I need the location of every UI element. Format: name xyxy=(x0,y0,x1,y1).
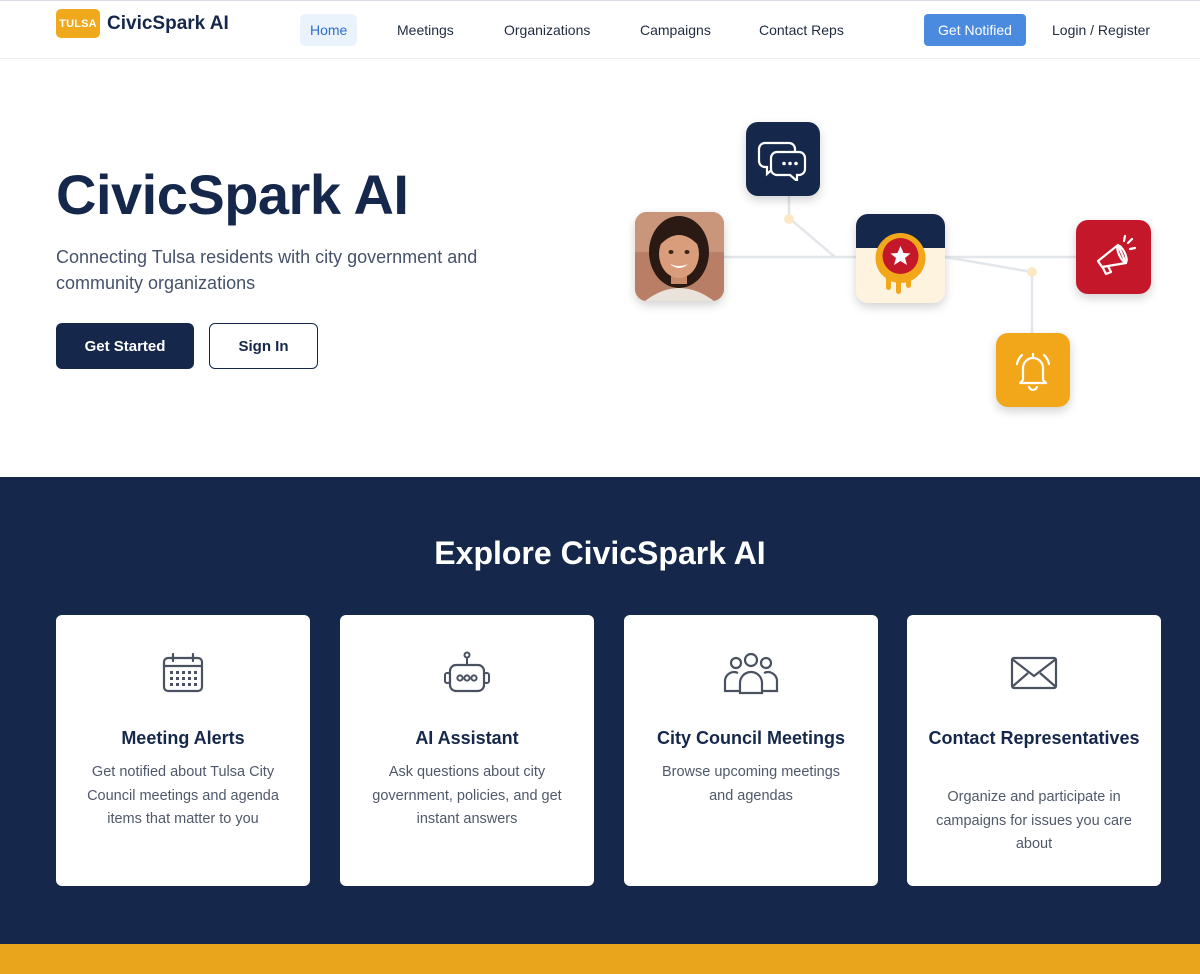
calendar-icon xyxy=(162,652,204,693)
card-description: Organize and participate in campaigns fo… xyxy=(936,789,1132,852)
card-title: City Council Meetings xyxy=(656,728,845,748)
card-title: Meeting Alerts xyxy=(121,728,245,748)
footer-accent-strip xyxy=(0,944,1200,974)
card-description: Browse upcoming meetings and agendas xyxy=(661,764,841,804)
resident-avatar-photo xyxy=(635,212,724,301)
robot-icon xyxy=(444,651,490,693)
card-title: Contact Representatives xyxy=(928,728,1140,748)
nav-home[interactable]: Home xyxy=(300,14,358,46)
login-register-link[interactable]: Login / Register xyxy=(1052,14,1150,46)
chat-bubbles-icon xyxy=(746,122,820,196)
get-started-button[interactable]: Get Started xyxy=(56,323,194,369)
brand-name[interactable]: CivicSpark AI xyxy=(107,13,229,35)
card-title: AI Assistant xyxy=(415,728,519,748)
envelope-icon xyxy=(1010,656,1058,690)
nav-contact-reps[interactable]: Contact Reps xyxy=(749,14,854,46)
nav-meetings[interactable]: Meetings xyxy=(387,14,464,46)
nav-campaigns[interactable]: Campaigns xyxy=(630,14,721,46)
card-city-council-meetings[interactable]: City Council Meetings Browse upcoming me… xyxy=(624,615,878,886)
card-ai-assistant[interactable]: AI Assistant Ask questions about city go… xyxy=(340,615,594,886)
top-navbar: TULSA CivicSpark AI Home Meetings Organi… xyxy=(0,0,1200,59)
notification-bell-icon xyxy=(996,333,1070,407)
megaphone-icon xyxy=(1076,220,1151,294)
explore-section: Explore CivicSpark AI Meeting Alerts Get… xyxy=(0,477,1200,944)
sign-in-button[interactable]: Sign In xyxy=(209,323,318,369)
hero-subtitle: Connecting Tulsa residents with city gov… xyxy=(56,247,478,293)
nav-organizations[interactable]: Organizations xyxy=(494,14,600,46)
award-medal-icon xyxy=(856,214,945,303)
explore-title: Explore CivicSpark AI xyxy=(434,535,766,571)
card-contact-representatives[interactable]: Contact Representatives Organize and par… xyxy=(907,615,1161,886)
card-description: Get notified about Tulsa City Council me… xyxy=(87,764,279,827)
card-description: Ask questions about city government, pol… xyxy=(372,764,562,827)
get-notified-button[interactable]: Get Notified xyxy=(924,14,1026,46)
tulsa-logo-badge[interactable]: TULSA xyxy=(56,9,100,38)
people-group-icon xyxy=(723,652,779,695)
hero-title: CivicSpark AI xyxy=(56,163,409,226)
card-meeting-alerts[interactable]: Meeting Alerts Get notified about Tulsa … xyxy=(56,615,310,886)
